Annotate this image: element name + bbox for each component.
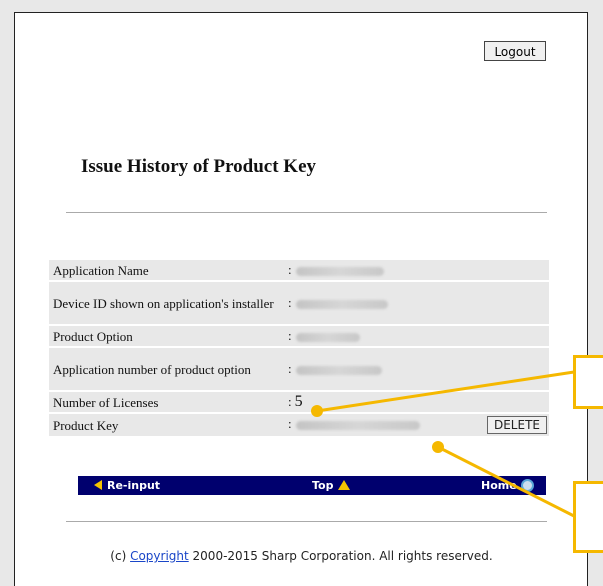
callout-dot-licenses: [311, 405, 323, 417]
callout-dot-product-key: [432, 441, 444, 453]
callout-arrow-product-key: [437, 445, 575, 518]
callout-arrow-licenses: [316, 370, 575, 413]
callout-box-licenses: [573, 355, 603, 409]
annotation-arrows: [316, 370, 575, 518]
callout-box-product-key: [573, 481, 603, 553]
